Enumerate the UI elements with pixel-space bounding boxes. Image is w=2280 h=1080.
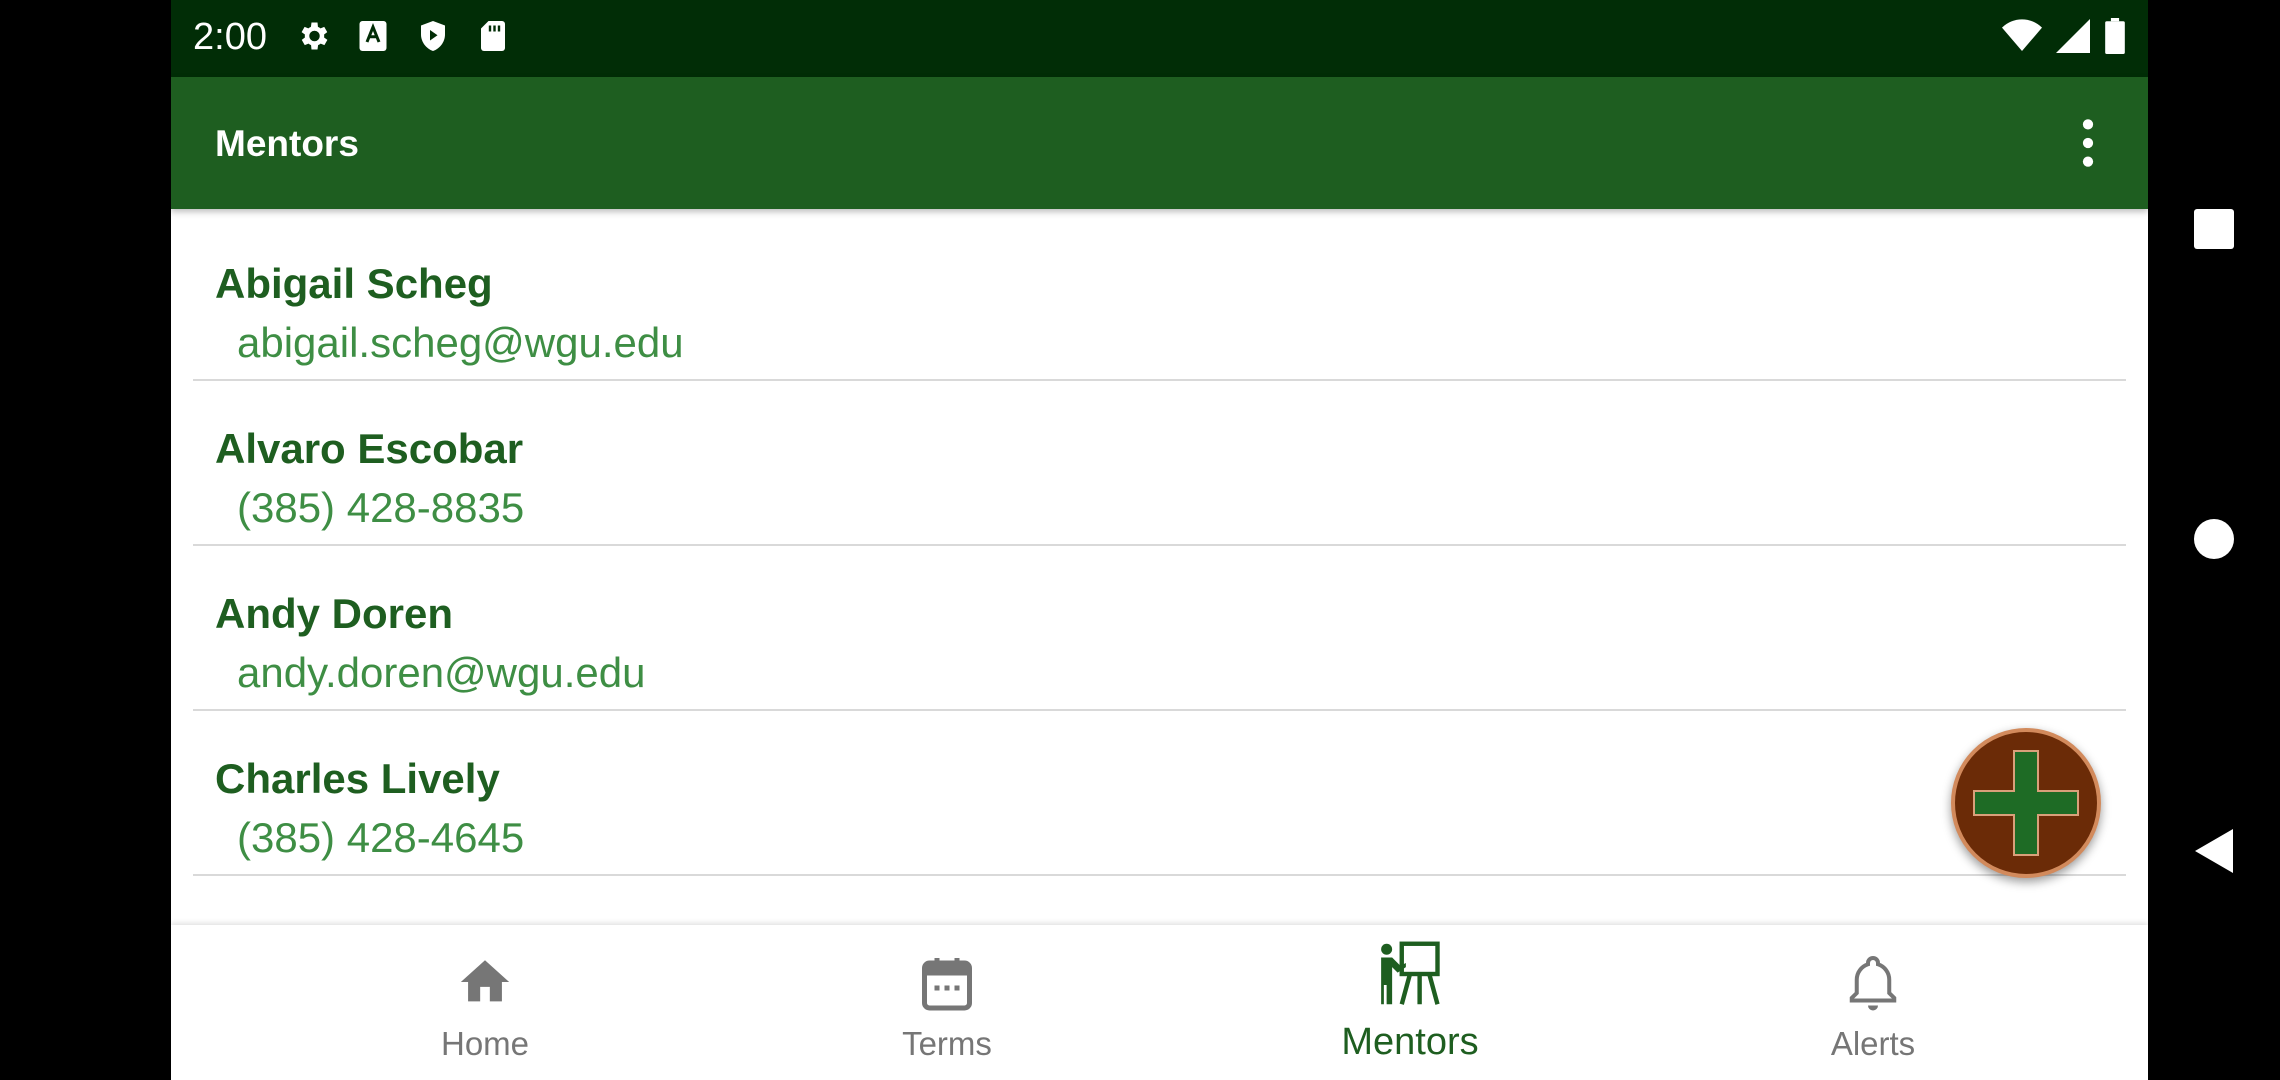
gear-icon (295, 18, 331, 59)
app-bar: Mentors (171, 77, 2148, 209)
overflow-menu-button[interactable] (2068, 115, 2108, 171)
shield-play-icon (415, 18, 451, 59)
app-screen: 2:00 Mentors Abigail Scheg abigail.scheg… (171, 0, 2148, 1080)
wifi-icon (2002, 18, 2042, 59)
nav-item-alerts[interactable]: Alerts (1723, 925, 2023, 1080)
home-circle-icon[interactable] (2193, 518, 2235, 560)
status-icons-left (295, 18, 511, 59)
mentor-name: Alvaro Escobar (215, 425, 524, 472)
nav-label-mentors: Mentors (1341, 1021, 1479, 1063)
list-item[interactable]: Abigail Scheg abigail.scheg@wgu.edu (193, 216, 2126, 381)
nav-item-terms[interactable]: Terms (797, 925, 1097, 1080)
mentor-list: Abigail Scheg abigail.scheg@wgu.edu Alva… (171, 216, 2148, 876)
mentor-presentation-icon (1381, 941, 1440, 1005)
back-triangle-icon[interactable] (2193, 827, 2235, 875)
nav-item-home[interactable]: Home (335, 925, 635, 1080)
list-item[interactable]: Andy Doren andy.doren@wgu.edu (193, 546, 2126, 711)
mentor-contact: abigail.scheg@wgu.edu (237, 319, 684, 366)
status-time: 2:00 (193, 16, 267, 58)
mentor-contact: andy.doren@wgu.edu (237, 649, 646, 696)
add-mentor-button[interactable] (1951, 728, 2101, 878)
list-item[interactable]: Alvaro Escobar (385) 428-8835 (193, 381, 2126, 546)
nav-label-home: Home (440, 1025, 530, 1062)
sd-card-icon (475, 18, 511, 59)
battery-icon (2104, 18, 2126, 59)
status-icons-right (2002, 18, 2126, 59)
bell-icon (1849, 955, 1897, 1011)
cell-signal-icon (2056, 18, 2090, 59)
calendar-icon (922, 958, 972, 1011)
bottom-navigation: Home Terms Mentors Alerts (171, 925, 2148, 1080)
page-title: Mentors (215, 123, 359, 164)
more-vert-icon (2082, 119, 2094, 167)
status-bar: 2:00 (171, 0, 2148, 77)
nav-label-alerts: Alerts (1830, 1025, 1916, 1062)
mentor-name: Andy Doren (215, 590, 454, 637)
nav-item-mentors[interactable]: Mentors (1260, 925, 1560, 1080)
nav-label-terms: Terms (902, 1025, 992, 1062)
mentor-name: Abigail Scheg (215, 260, 493, 307)
mentor-name: Charles Lively (215, 755, 500, 802)
font-a-icon (355, 18, 391, 59)
recents-square-icon[interactable] (2193, 208, 2235, 250)
mentor-contact: (385) 428-4645 (237, 814, 525, 861)
list-item[interactable]: Charles Lively (385) 428-4645 (193, 711, 2126, 876)
plus-icon (1973, 750, 2079, 856)
system-navigation-bar (2148, 0, 2280, 1080)
home-icon (460, 960, 510, 1002)
mentor-contact: (385) 428-8835 (237, 484, 525, 531)
